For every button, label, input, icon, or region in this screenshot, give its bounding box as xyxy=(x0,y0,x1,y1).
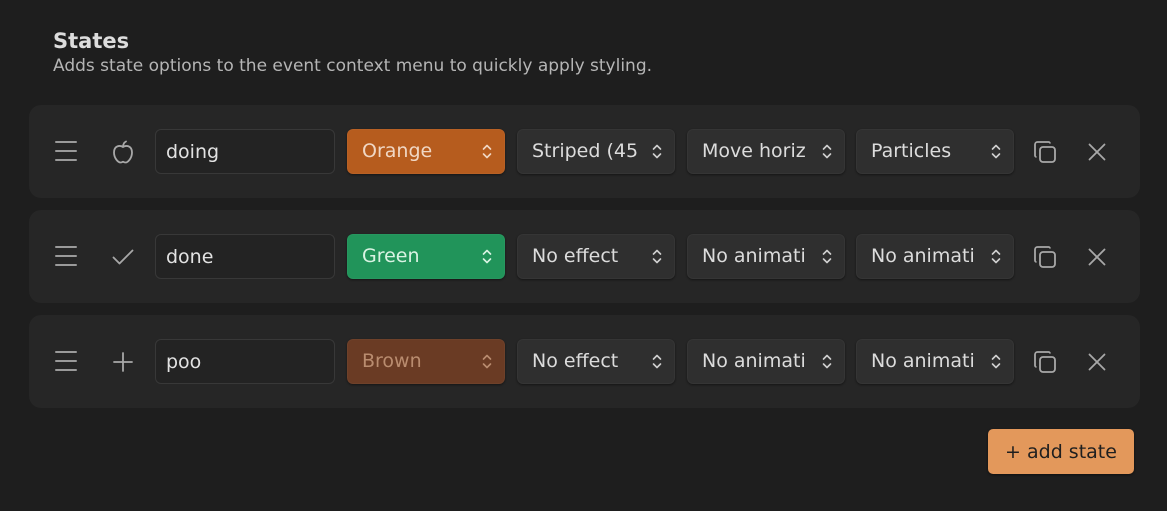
color-select[interactable]: Green xyxy=(347,234,505,279)
secondary-animation-select[interactable]: No animati xyxy=(856,234,1014,279)
animation-select[interactable]: No animati xyxy=(687,234,845,279)
section-header: States Adds state options to the event c… xyxy=(53,28,652,78)
chevron-updown-icon xyxy=(652,144,662,159)
chevron-updown-icon xyxy=(822,144,832,159)
chevron-updown-icon xyxy=(482,144,492,159)
state-name-input[interactable] xyxy=(155,234,335,279)
effect-select-value: Striped (45 xyxy=(532,140,637,162)
secondary-animation-select-value: Particles xyxy=(871,140,952,162)
chevron-updown-icon xyxy=(991,354,1001,369)
state-row: Brown No effect No animati No animati xyxy=(29,315,1140,408)
effect-select-value: No effect xyxy=(532,245,619,267)
secondary-animation-select[interactable]: Particles xyxy=(856,129,1014,174)
drag-handle-icon[interactable] xyxy=(55,351,77,371)
animation-select-value: Move horiz xyxy=(702,140,806,162)
state-name-input[interactable] xyxy=(155,339,335,384)
color-select[interactable]: Orange xyxy=(347,129,505,174)
chevron-updown-icon xyxy=(822,354,832,369)
secondary-animation-select-value: No animati xyxy=(871,350,975,372)
chevron-updown-icon xyxy=(652,249,662,264)
plus-icon[interactable] xyxy=(109,348,137,376)
chevron-updown-icon xyxy=(482,249,492,264)
check-icon[interactable] xyxy=(109,243,137,271)
color-select[interactable]: Brown xyxy=(347,339,505,384)
secondary-animation-select[interactable]: No animati xyxy=(856,339,1014,384)
remove-icon[interactable] xyxy=(1083,138,1111,166)
chevron-updown-icon xyxy=(991,249,1001,264)
animation-select-value: No animati xyxy=(702,245,806,267)
section-title: States xyxy=(53,29,130,53)
duplicate-icon[interactable] xyxy=(1031,243,1059,271)
secondary-animation-select-value: No animati xyxy=(871,245,975,267)
chevron-updown-icon xyxy=(482,354,492,369)
chevron-updown-icon xyxy=(652,354,662,369)
remove-icon[interactable] xyxy=(1083,243,1111,271)
add-state-button[interactable]: + add state xyxy=(988,429,1134,474)
chevron-updown-icon xyxy=(822,249,832,264)
color-select-value: Orange xyxy=(362,140,433,162)
effect-select[interactable]: No effect xyxy=(517,339,675,384)
effect-select[interactable]: No effect xyxy=(517,234,675,279)
state-row: Orange Striped (45 Move horiz Particles xyxy=(29,105,1140,198)
color-select-value: Green xyxy=(362,245,420,267)
chevron-updown-icon xyxy=(991,144,1001,159)
section-description: Adds state options to the event context … xyxy=(53,56,653,76)
animation-select[interactable]: No animati xyxy=(687,339,845,384)
color-select-value: Brown xyxy=(362,350,422,372)
duplicate-icon[interactable] xyxy=(1031,348,1059,376)
state-row: Green No effect No animati No animati xyxy=(29,210,1140,303)
drag-handle-icon[interactable] xyxy=(55,246,77,266)
animation-select[interactable]: Move horiz xyxy=(687,129,845,174)
duplicate-icon[interactable] xyxy=(1031,138,1059,166)
drag-handle-icon[interactable] xyxy=(55,141,77,161)
apple-icon[interactable] xyxy=(109,138,137,166)
effect-select[interactable]: Striped (45 xyxy=(517,129,675,174)
animation-select-value: No animati xyxy=(702,350,806,372)
effect-select-value: No effect xyxy=(532,350,619,372)
state-name-input[interactable] xyxy=(155,129,335,174)
remove-icon[interactable] xyxy=(1083,348,1111,376)
